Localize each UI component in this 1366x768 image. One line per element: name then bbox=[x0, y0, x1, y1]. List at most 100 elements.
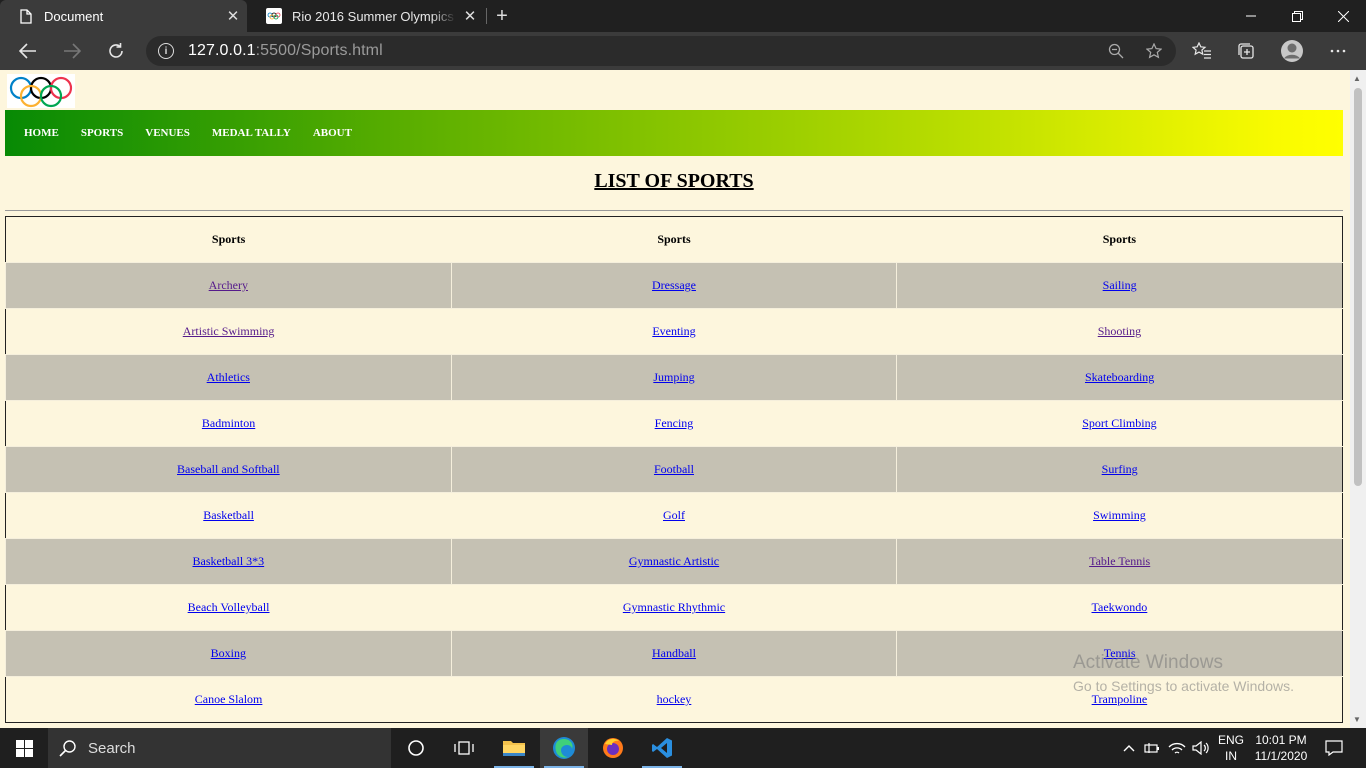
task-view-icon bbox=[454, 741, 474, 755]
table-cell: Shooting bbox=[896, 308, 1343, 355]
table-row: Basketball Golf Swimming bbox=[5, 492, 1343, 539]
scrollbar-thumb[interactable] bbox=[1354, 88, 1362, 486]
sport-link[interactable]: Archery bbox=[209, 278, 248, 292]
show-hidden-icons-chevron-icon[interactable] bbox=[1120, 728, 1138, 768]
notifications-icon[interactable] bbox=[1318, 728, 1350, 768]
nav-venues[interactable]: VENUES bbox=[145, 127, 190, 139]
input-language-indicator[interactable]: ENG IN bbox=[1214, 732, 1248, 764]
column-header: Sports bbox=[211, 232, 246, 246]
site-info-icon[interactable]: i bbox=[158, 43, 174, 59]
olympic-rings-logo[interactable] bbox=[7, 74, 75, 108]
vertical-scrollbar[interactable]: ▲ ▼ bbox=[1350, 70, 1366, 728]
new-tab-button[interactable]: + bbox=[490, 2, 514, 30]
sport-link[interactable]: Artistic Swimming bbox=[183, 324, 275, 338]
nav-about[interactable]: ABOUT bbox=[313, 127, 352, 139]
sport-link[interactable]: Badminton bbox=[202, 416, 255, 430]
cortana-button[interactable] bbox=[392, 728, 440, 768]
firefox-taskbar-button[interactable] bbox=[589, 728, 637, 768]
sport-link[interactable]: Basketball bbox=[203, 508, 254, 522]
sport-link[interactable]: Eventing bbox=[652, 324, 695, 338]
table-cell: Surfing bbox=[896, 446, 1343, 493]
sport-link[interactable]: Boxing bbox=[211, 646, 246, 660]
wifi-icon[interactable] bbox=[1166, 728, 1188, 768]
olympic-rings-favicon-icon bbox=[266, 8, 282, 24]
windows-taskbar: Search ENG IN 10:01 PM 11/1/2020 bbox=[0, 728, 1366, 768]
table-cell: Skateboarding bbox=[896, 354, 1343, 401]
table-cell: Football bbox=[450, 446, 897, 493]
close-window-button[interactable] bbox=[1320, 0, 1366, 32]
close-tab-icon[interactable]: ✕ bbox=[219, 2, 247, 30]
sport-link[interactable]: Baseball and Softball bbox=[177, 462, 280, 476]
table-cell: Basketball 3*3 bbox=[5, 538, 452, 585]
page-icon bbox=[18, 8, 34, 24]
start-button[interactable] bbox=[0, 728, 48, 768]
sport-link[interactable]: Handball bbox=[652, 646, 696, 660]
nav-sports[interactable]: SPORTS bbox=[81, 127, 123, 139]
table-cell: Gymnastic Artistic bbox=[450, 538, 897, 585]
sport-link[interactable]: Golf bbox=[663, 508, 685, 522]
sport-link[interactable]: Taekwondo bbox=[1092, 600, 1148, 614]
close-tab-icon[interactable]: ✕ bbox=[456, 2, 484, 30]
table-row: Baseball and Softball Football Surfing bbox=[5, 446, 1343, 493]
nav-medal-tally[interactable]: MEDAL TALLY bbox=[212, 127, 291, 139]
sport-link[interactable]: Sailing bbox=[1103, 278, 1137, 292]
table-cell: Baseball and Softball bbox=[5, 446, 452, 493]
tab-separator bbox=[486, 8, 487, 24]
sport-link[interactable]: Football bbox=[654, 462, 694, 476]
back-button[interactable] bbox=[12, 36, 44, 66]
task-view-button[interactable] bbox=[440, 728, 488, 768]
table-cell: Sailing bbox=[896, 262, 1343, 309]
page-viewport: HOME SPORTS VENUES MEDAL TALLY ABOUT LIS… bbox=[0, 70, 1366, 728]
sport-link[interactable]: Skateboarding bbox=[1085, 370, 1154, 384]
favorite-star-icon[interactable] bbox=[1142, 40, 1166, 62]
favorites-icon[interactable] bbox=[1186, 36, 1218, 66]
sport-link[interactable]: Sport Climbing bbox=[1082, 416, 1156, 430]
table-cell: Archery bbox=[5, 262, 452, 309]
search-icon bbox=[48, 739, 88, 757]
refresh-button[interactable] bbox=[100, 36, 132, 66]
sport-link[interactable]: Shooting bbox=[1098, 324, 1141, 338]
edge-browser-icon bbox=[553, 737, 575, 759]
tab-rio-results[interactable]: Rio 2016 Summer Olympics - res ✕ bbox=[248, 0, 484, 32]
sport-link[interactable]: Gymnastic Rhythmic bbox=[623, 600, 725, 614]
taskbar-search-box[interactable]: Search bbox=[48, 728, 391, 768]
battery-icon[interactable] bbox=[1142, 728, 1162, 768]
sport-link[interactable]: Canoe Slalom bbox=[195, 692, 263, 706]
address-bar[interactable]: i 127.0.0.1:5500/Sports.html bbox=[146, 36, 1176, 66]
collections-icon[interactable] bbox=[1230, 36, 1262, 66]
forward-button[interactable] bbox=[56, 36, 88, 66]
sport-link[interactable]: hockey bbox=[657, 692, 692, 706]
zoom-icon[interactable] bbox=[1104, 40, 1128, 62]
minimize-button[interactable] bbox=[1228, 0, 1274, 32]
edge-taskbar-button[interactable] bbox=[540, 728, 588, 768]
table-row: Athletics Jumping Skateboarding bbox=[5, 354, 1343, 401]
table-row: Artistic Swimming Eventing Shooting bbox=[5, 308, 1343, 355]
table-cell: Sport Climbing bbox=[896, 400, 1343, 447]
sport-link[interactable]: Gymnastic Artistic bbox=[629, 554, 719, 568]
profile-avatar-icon[interactable] bbox=[1276, 36, 1308, 66]
language-code: ENG bbox=[1217, 733, 1244, 747]
more-menu-icon[interactable] bbox=[1322, 36, 1354, 66]
vscode-taskbar-button[interactable] bbox=[638, 728, 686, 768]
sport-link[interactable]: Athletics bbox=[207, 370, 250, 384]
sport-link[interactable]: Basketball 3*3 bbox=[193, 554, 265, 568]
table-row: Archery Dressage Sailing bbox=[5, 262, 1343, 309]
tab-document[interactable]: Document ✕ bbox=[0, 0, 247, 32]
sport-link[interactable]: Trampoline bbox=[1092, 692, 1148, 706]
table-cell: Swimming bbox=[896, 492, 1343, 539]
sport-link[interactable]: Beach Volleyball bbox=[188, 600, 270, 614]
sport-link[interactable]: Dressage bbox=[652, 278, 696, 292]
volume-icon[interactable] bbox=[1190, 728, 1212, 768]
sport-link[interactable]: Surfing bbox=[1102, 462, 1138, 476]
file-explorer-button[interactable] bbox=[490, 728, 538, 768]
sport-link[interactable]: Fencing bbox=[655, 416, 694, 430]
sport-link[interactable]: Jumping bbox=[653, 370, 694, 384]
sport-link[interactable]: Swimming bbox=[1093, 508, 1146, 522]
table-cell: Golf bbox=[451, 492, 897, 539]
system-clock[interactable]: 10:01 PM 11/1/2020 bbox=[1250, 732, 1312, 764]
restore-button[interactable] bbox=[1274, 0, 1320, 32]
scroll-up-arrow-icon[interactable]: ▲ bbox=[1353, 74, 1361, 83]
scroll-down-arrow-icon[interactable]: ▼ bbox=[1353, 715, 1361, 724]
nav-home[interactable]: HOME bbox=[24, 127, 59, 139]
sport-link[interactable]: Table Tennis bbox=[1089, 554, 1150, 568]
